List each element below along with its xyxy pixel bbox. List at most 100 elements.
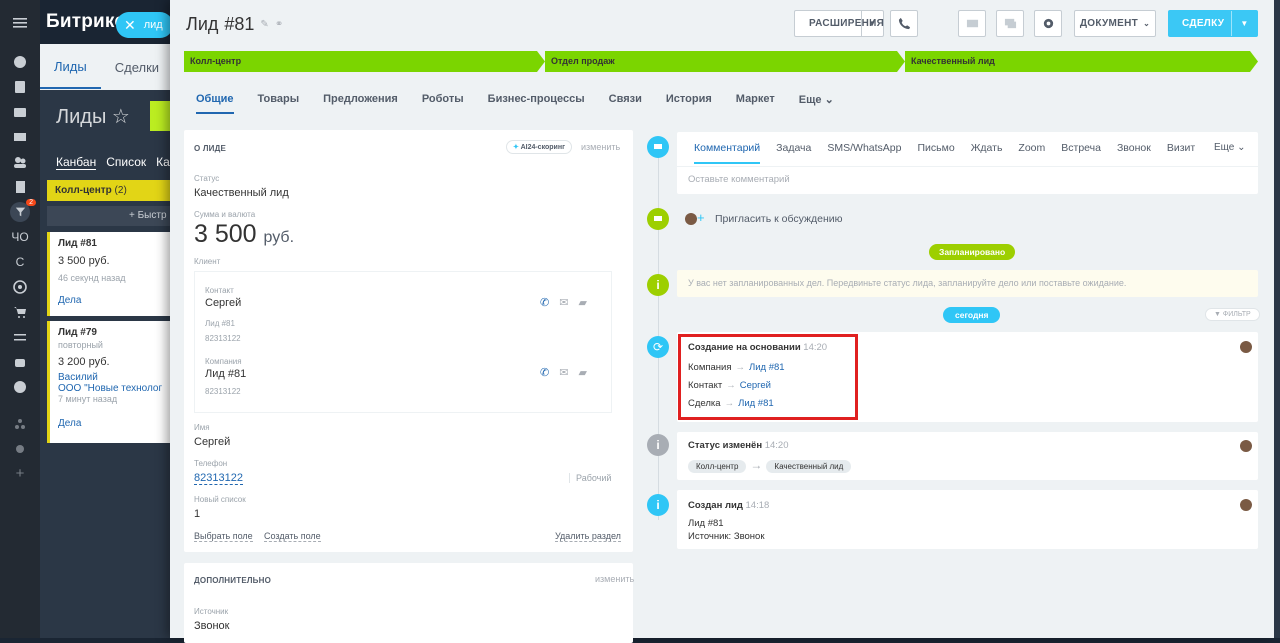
tab-deals[interactable]: Сделки	[101, 60, 173, 75]
view-kanban[interactable]: Канбан	[56, 155, 97, 170]
extensions-button[interactable]: РАСШИРЕНИЯ ▼	[794, 10, 884, 37]
target-icon[interactable]	[0, 274, 40, 299]
editor-tabs: Комментарий Задача SMS/WhatsApp Письмо Ж…	[694, 142, 1195, 164]
tasks-icon[interactable]	[0, 74, 40, 99]
view-list[interactable]: Список	[106, 155, 146, 170]
filter-button[interactable]: ▼ ФИЛЬТР	[1205, 308, 1260, 321]
tab-wait[interactable]: Ждать	[971, 142, 1003, 164]
created-dot: i	[647, 494, 669, 516]
sidebar-item-cho[interactable]: ЧО	[0, 224, 40, 249]
robot-icon[interactable]	[0, 349, 40, 374]
background-heading: Лиды ☆	[56, 106, 130, 128]
cart-icon[interactable]	[0, 299, 40, 324]
timeline-editor: Комментарий Задача SMS/WhatsApp Письмо Ж…	[677, 132, 1258, 194]
tab-robots[interactable]: Роботы	[422, 93, 464, 114]
ai-scoring-button[interactable]: ✦ AI24-скоринг	[506, 140, 572, 154]
create-field-link[interactable]: Создать поле	[264, 531, 321, 542]
phone-icon[interactable]: ✆	[540, 366, 549, 379]
crm-icon[interactable]: 2	[0, 199, 40, 224]
stage-qualified[interactable]: Качественный лид	[905, 51, 1258, 72]
planned-badge: Запланировано	[929, 244, 1016, 260]
gear-icon	[1043, 18, 1053, 29]
tab-call[interactable]: Звонок	[1117, 142, 1151, 164]
tab-market[interactable]: Маркет	[736, 93, 775, 114]
tab-general[interactable]: Общие	[196, 93, 234, 114]
edit-link[interactable]: изменить	[581, 142, 620, 152]
tab-letter[interactable]: Письмо	[918, 142, 955, 164]
tab-zoom[interactable]: Zoom	[1018, 142, 1045, 164]
editor-more[interactable]: Еще ⌄	[1214, 142, 1246, 153]
app-sidebar: 2 ЧО С +	[0, 0, 40, 638]
kanban-card[interactable]: Лид #81 3 500 руб. 46 секунд назад Дела	[47, 232, 170, 316]
phone-button[interactable]	[890, 10, 918, 37]
gear-icon[interactable]	[0, 436, 40, 461]
mail-icon[interactable]: ✉	[559, 366, 568, 379]
edit-link[interactable]: изменить	[595, 574, 634, 584]
menu-icon[interactable]	[0, 10, 40, 35]
contacts-icon[interactable]	[0, 149, 40, 174]
phone-icon[interactable]: ✆	[540, 296, 549, 309]
phone-type: Рабочий	[569, 473, 611, 483]
tab-task[interactable]: Задача	[776, 142, 811, 164]
docs-icon[interactable]	[0, 174, 40, 199]
entry-link[interactable]: Лид #81	[749, 362, 785, 373]
create-deal-button[interactable]: СДЕЛКУ ▼	[1168, 10, 1258, 37]
stage-bar: Колл-центр Отдел продаж Качественный лид	[184, 51, 1258, 72]
mail-icon[interactable]: ✉	[559, 296, 568, 309]
pencil-icon[interactable]: ✎	[260, 19, 268, 30]
tab-history[interactable]: История	[666, 93, 712, 114]
avatar	[685, 213, 697, 225]
company-name[interactable]: Лид #81	[205, 368, 246, 380]
name-value: Сергей	[194, 436, 231, 448]
client-block: Контакт Сергей Лид #81 82313122 ✆ ✉ ▰ Комп…	[194, 271, 612, 413]
avatar	[1240, 341, 1252, 353]
plus-icon[interactable]: +	[0, 461, 40, 486]
invite-row[interactable]: + Пригласить к обсуждению	[677, 206, 977, 232]
entry-link[interactable]: Лид #81	[738, 398, 774, 409]
chat-icon[interactable]: ▰	[578, 366, 586, 379]
contact-actions: ✆ ✉ ▰	[540, 296, 587, 309]
mail-icon[interactable]	[0, 124, 40, 149]
additional-card: ДОПОЛНИТЕЛЬНО изменить Источник Звонок	[184, 563, 634, 643]
section-title: О ЛИДЕ	[194, 144, 227, 153]
drive-icon[interactable]	[0, 99, 40, 124]
tab-products[interactable]: Товары	[258, 93, 300, 114]
link-icon[interactable]: ⚭	[275, 19, 283, 30]
chevron-down-icon: ⌄	[1143, 19, 1151, 28]
tab-links[interactable]: Связи	[609, 93, 642, 114]
tab-comment[interactable]: Комментарий	[694, 142, 761, 164]
stage-call-center[interactable]: Колл-центр	[184, 51, 545, 72]
kanban-card[interactable]: Лид #79 повторный 3 200 руб. Василий ООО…	[47, 321, 170, 443]
tab-leads[interactable]: Лиды	[40, 59, 101, 89]
document-button[interactable]: ДОКУМЕНТ ⌄	[1074, 10, 1156, 37]
field-label: Статус	[194, 174, 220, 183]
tab-visit[interactable]: Визит	[1167, 142, 1195, 164]
planned-notice: У вас нет запланированных дел. Передвинь…	[677, 270, 1258, 297]
tab-more[interactable]: Еще ⌄	[799, 93, 834, 114]
chat-button[interactable]	[996, 10, 1024, 37]
settings-button[interactable]	[1034, 10, 1062, 37]
close-slider-chip[interactable]: ✕ лид	[116, 12, 173, 38]
feed-icon[interactable]	[0, 49, 40, 74]
tab-offers[interactable]: Предложения	[323, 93, 398, 114]
stage-sales[interactable]: Отдел продаж	[545, 51, 905, 72]
choose-field-link[interactable]: Выбрать поле	[194, 531, 253, 542]
tab-bp[interactable]: Бизнес-процессы	[488, 93, 585, 114]
network-icon[interactable]	[0, 411, 40, 436]
arrows-icon[interactable]	[0, 324, 40, 349]
app-title: Битрикс	[46, 11, 126, 32]
entry-link[interactable]: Сергей	[740, 380, 771, 391]
chat-icon[interactable]: ▰	[578, 296, 586, 309]
invite-dot	[647, 208, 669, 230]
quick-add-button[interactable]: + Быстр	[47, 206, 170, 226]
remove-section-link[interactable]: Удалить раздел	[555, 531, 621, 542]
email-button[interactable]	[958, 10, 986, 37]
sidebar-item-c[interactable]: С	[0, 249, 40, 274]
tab-sms[interactable]: SMS/WhatsApp	[827, 142, 901, 164]
phone-value[interactable]: 82313122	[194, 472, 243, 485]
contact-name[interactable]: Сергей	[205, 297, 241, 309]
chevron-down-icon[interactable]	[0, 374, 40, 399]
add-lead-button[interactable]	[150, 101, 170, 131]
comment-input[interactable]: Оставьте комментарий	[677, 166, 1258, 192]
tab-meeting[interactable]: Встреча	[1061, 142, 1101, 164]
